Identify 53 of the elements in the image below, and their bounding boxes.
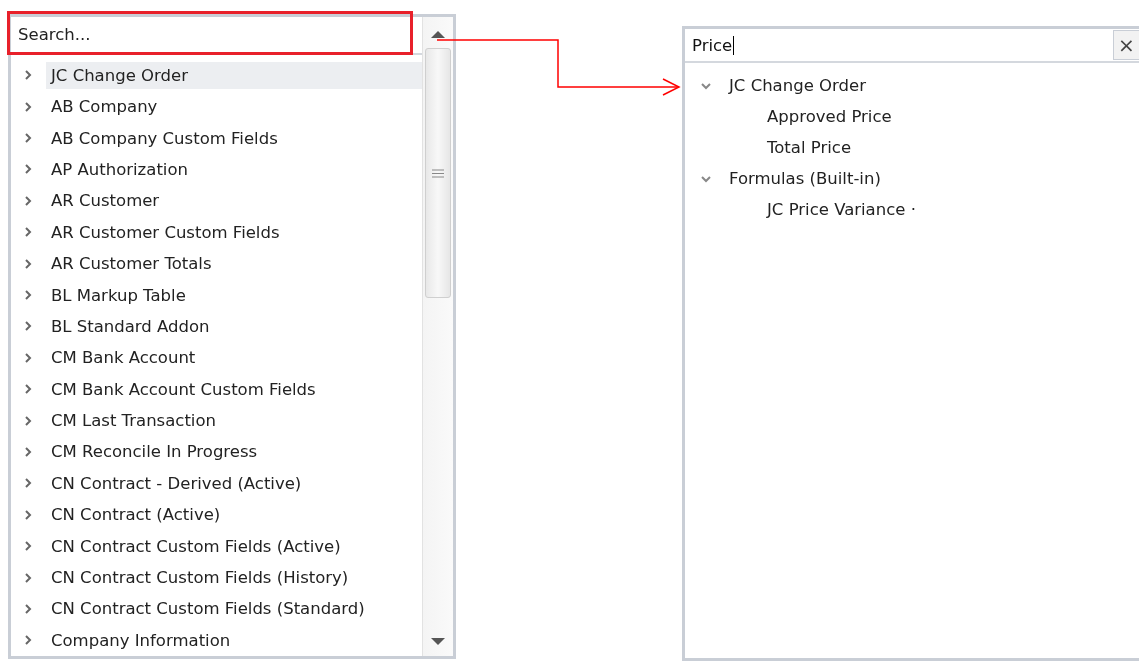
scrollbar[interactable] [422, 17, 453, 656]
list-item[interactable]: AR Customer Totals [46, 250, 422, 278]
chevron-right-icon[interactable] [23, 446, 33, 457]
search-field[interactable]: Price × [685, 29, 1139, 63]
list-item[interactable]: CM Last Transaction [46, 407, 422, 435]
chevron-right-icon[interactable] [23, 478, 33, 489]
chevron-right-icon[interactable] [23, 133, 33, 144]
chevron-right-icon[interactable] [23, 352, 33, 363]
list-item[interactable]: CN Contract Custom Fields (Active) [46, 532, 422, 560]
list-item[interactable]: CM Reconcile In Progress [46, 438, 422, 466]
chevron-right-icon[interactable] [23, 509, 33, 520]
tree-item[interactable]: JC Change Order [729, 76, 866, 95]
tree-item[interactable]: JC Price Variance · [767, 200, 916, 219]
list-item[interactable]: AB Company [46, 93, 422, 121]
chevron-right-icon[interactable] [23, 321, 33, 332]
list-item[interactable]: CM Bank Account [46, 344, 422, 372]
scroll-thumb[interactable] [425, 48, 451, 298]
list-item[interactable]: CM Bank Account Custom Fields [46, 375, 422, 403]
list-item[interactable]: CN Contract Custom Fields (Standard) [46, 595, 422, 623]
chevron-right-icon[interactable] [23, 603, 33, 614]
scroll-up-icon[interactable] [430, 29, 446, 39]
list-item[interactable]: AB Company Custom Fields [46, 124, 422, 152]
list-item[interactable]: CN Contract - Derived (Active) [46, 469, 422, 497]
tree-item[interactable]: Formulas (Built-in) [729, 169, 881, 188]
scroll-down-icon[interactable] [430, 637, 446, 647]
chevron-right-icon[interactable] [23, 195, 33, 206]
list-item[interactable]: CN Contract (Active) [46, 501, 422, 529]
chevron-right-icon[interactable] [23, 164, 33, 175]
tree-item[interactable]: Total Price [767, 138, 852, 157]
chevron-right-icon[interactable] [23, 227, 33, 238]
chevron-right-icon[interactable] [23, 415, 33, 426]
chevron-right-icon[interactable] [23, 258, 33, 269]
list-item[interactable]: JC Change Order [46, 61, 422, 89]
clear-button[interactable]: × [1113, 30, 1139, 60]
list-item[interactable]: AR Customer [46, 187, 422, 215]
chevron-right-icon[interactable] [23, 70, 33, 81]
list-item[interactable]: AP Authorization [46, 155, 422, 183]
list-item[interactable]: AR Customer Custom Fields [46, 218, 422, 246]
chevron-down-icon[interactable] [701, 80, 711, 91]
chevron-down-icon[interactable] [701, 173, 711, 184]
chevron-right-icon[interactable] [23, 384, 33, 395]
text-caret [733, 35, 735, 55]
grip-icon [432, 168, 444, 178]
list-item[interactable]: BL Markup Table [46, 281, 422, 309]
chevron-right-icon[interactable] [23, 635, 33, 646]
chevron-right-icon[interactable] [23, 101, 33, 112]
chevron-right-icon[interactable] [23, 541, 33, 552]
chevron-right-icon[interactable] [23, 290, 33, 300]
list-item[interactable]: CN Contract Custom Fields (History) [46, 564, 422, 591]
list-item[interactable]: BL Standard Addon [46, 312, 422, 340]
tree-item[interactable]: Approved Price [767, 107, 892, 126]
chevron-right-icon[interactable] [23, 572, 33, 583]
list-item[interactable]: Company Information [46, 626, 422, 654]
